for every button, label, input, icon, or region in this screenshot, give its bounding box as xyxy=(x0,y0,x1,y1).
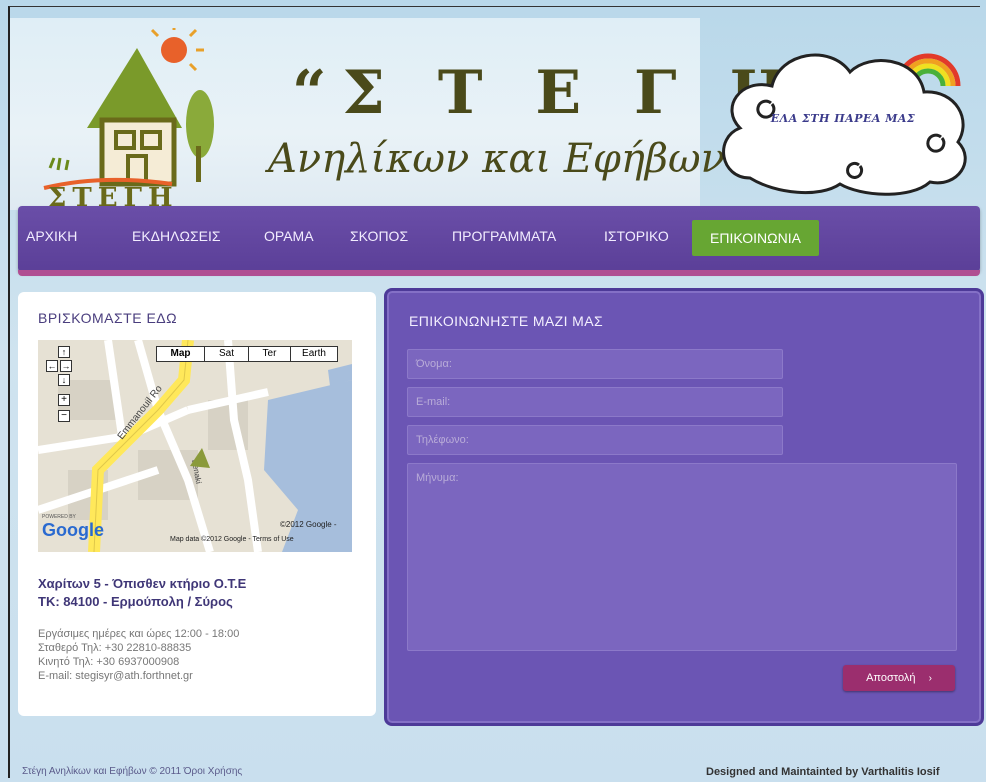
svg-text:ΣΤΕΓΗ: ΣΤΕΓΗ xyxy=(48,183,179,208)
header: ΣΤΕΓΗ “Σ Τ Ε Γ Η” Ανηλίκων και Εφήβων ΕΛ… xyxy=(10,8,976,210)
map-zoom-out-icon[interactable]: − xyxy=(58,410,70,422)
contact-form-card: ΕΠΙΚΟΙΝΩΝΗΣΤΕ ΜΑΖΙ ΜΑΣ Όνομα: E-mail: Τη… xyxy=(384,288,984,726)
map-pan-up-icon[interactable]: ↑ xyxy=(58,346,70,358)
contact-title: ΕΠΙΚΟΙΝΩΝΗΣΤΕ ΜΑΖΙ ΜΑΣ xyxy=(409,313,604,329)
map-type-map[interactable]: Map xyxy=(157,347,205,361)
send-button-label: Αποστολή xyxy=(866,672,916,684)
location-card: ΒΡΙΣΚΟΜΑΣΤΕ ΕΔΩ Emmanouil Ro Benaki ↑ ← … xyxy=(18,292,376,716)
map-copyright: ©2012 Google - xyxy=(280,520,337,529)
nav-item-home[interactable]: ΑΡΧΙΚΗ xyxy=(26,228,77,244)
map-type-sat[interactable]: Sat xyxy=(205,347,249,361)
footer-copyright[interactable]: Στέγη Ανηλίκων και Εφήβων © 2011 Όροι Χρ… xyxy=(22,766,242,777)
footer-credits: Designed and Maintainted by Varthalitis … xyxy=(706,766,940,778)
message-field[interactable]: Μήνυμα: xyxy=(407,463,957,651)
map-type-ter[interactable]: Ter xyxy=(249,347,291,361)
site-subtitle: Ανηλίκων και Εφήβων xyxy=(268,136,725,182)
map-pan-left-icon[interactable]: ← xyxy=(46,360,58,372)
nav-accent-strip xyxy=(18,270,980,276)
address-line-1: Χαρίτων 5 - Όπισθεν κτήριο Ο.Τ.Ε xyxy=(38,576,247,591)
nav-item-contact[interactable]: ΕΠΙΚΟΙΝΩΝΙΑ xyxy=(692,220,819,256)
name-field[interactable]: Όνομα: xyxy=(407,349,783,379)
email-address[interactable]: E-mail: stegisyr@ath.forthnet.gr xyxy=(38,670,193,682)
map-zoom-in-icon[interactable]: + xyxy=(58,394,70,406)
main-nav: ΑΡΧΙΚΗ ΕΚΔΗΛΩΣΕΙΣ ΟΡΑΜΑ ΣΚΟΠΟΣ ΠΡΟΓΡΑΜΜΑ… xyxy=(18,206,980,272)
google-map[interactable]: Emmanouil Ro Benaki ↑ ← → ↓ + − Map Sat … xyxy=(38,340,352,552)
address-line-2: ΤΚ: 84100 - Ερμούπολη / Σύρος xyxy=(38,594,233,609)
nav-item-vision[interactable]: ΟΡΑΜΑ xyxy=(264,228,314,244)
map-type-earth[interactable]: Earth xyxy=(291,347,337,361)
map-type-switcher: Map Sat Ter Earth xyxy=(156,346,338,362)
phone-landline: Σταθερό Τηλ: +30 22810-88835 xyxy=(38,642,192,654)
email-field[interactable]: E-mail: xyxy=(407,387,783,417)
map-data-notice[interactable]: Map data ©2012 Google - Terms of Use xyxy=(170,536,294,543)
phone-field[interactable]: Τηλέφωνο: xyxy=(407,425,783,455)
nav-item-purpose[interactable]: ΣΚΟΠΟΣ xyxy=(350,228,408,244)
nav-item-history[interactable]: ΙΣΤΟΡΙΚΟ xyxy=(604,228,669,244)
map-pan-down-icon[interactable]: ↓ xyxy=(58,374,70,386)
logo-house-icon[interactable]: ΣΤΕΓΗ xyxy=(32,28,232,208)
map-pan-right-icon[interactable]: → xyxy=(60,360,72,372)
google-logo[interactable]: Google xyxy=(42,520,104,541)
cloud-text: ΕΛΑ ΣΤΗ ΠΑΡΕΑ ΜΑΣ xyxy=(770,112,916,125)
nav-item-events[interactable]: ΕΚΔΗΛΩΣΕΙΣ xyxy=(132,228,221,244)
nav-item-programs[interactable]: ΠΡΟΓΡΑΜΜΑΤΑ xyxy=(452,228,556,244)
chevron-right-icon: › xyxy=(928,673,932,684)
location-title: ΒΡΙΣΚΟΜΑΣΤΕ ΕΔΩ xyxy=(38,310,178,326)
send-button[interactable]: Αποστολή › xyxy=(843,665,955,691)
working-hours: Εργάσιμες ημέρες και ώρες 12:00 - 18:00 xyxy=(38,628,240,640)
phone-mobile: Κινητό Τηλ: +30 6937000908 xyxy=(38,656,180,668)
